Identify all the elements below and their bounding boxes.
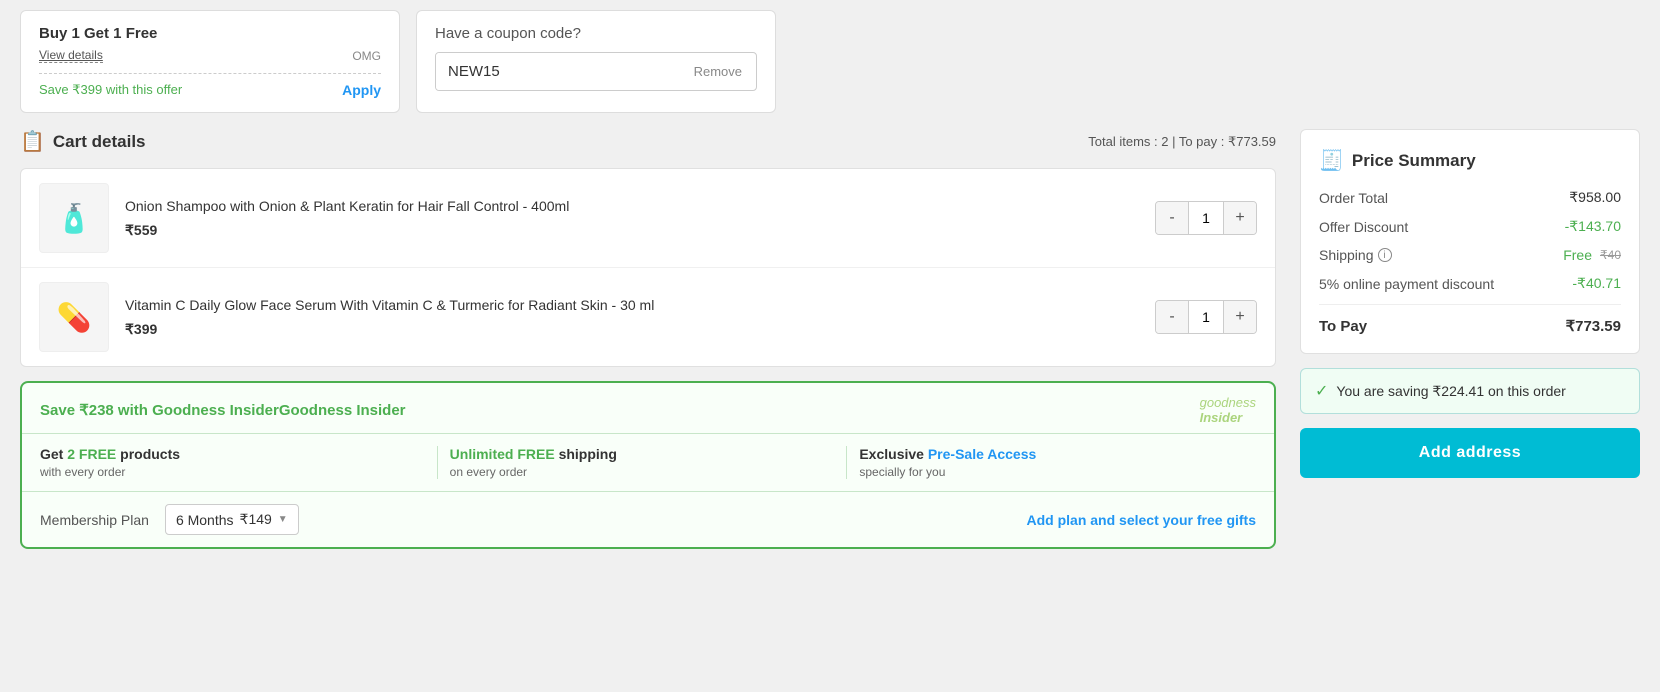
feature-sub: specially for you (859, 465, 1244, 479)
insider-feature-pre-sale: Exclusive Pre-Sale Access specially for … (847, 446, 1256, 479)
item-image: 🧴 (39, 183, 109, 253)
item-details: Vitamin C Daily Glow Face Serum With Vit… (125, 296, 1139, 339)
insider-logo: goodnessInsider (1200, 395, 1256, 425)
cart-title: 📋 Cart details (20, 129, 146, 154)
membership-label: Membership Plan (40, 512, 149, 528)
offer-badge: OMG (352, 49, 381, 63)
price-label: Order Total (1319, 190, 1388, 206)
price-row-order-total: Order Total ₹958.00 (1319, 189, 1621, 206)
decrease-qty-button[interactable]: - (1156, 202, 1188, 234)
price-value: ₹958.00 (1569, 189, 1621, 206)
feature-sub: with every order (40, 465, 425, 479)
chevron-down-icon: ▼ (278, 514, 288, 525)
quantity-input[interactable] (1188, 202, 1224, 234)
offer-card: Buy 1 Get 1 Free View details OMG Save ₹… (20, 10, 400, 113)
coupon-card: Have a coupon code? Remove (416, 10, 776, 113)
price-row-total: To Pay ₹773.59 (1319, 304, 1621, 335)
item-image: 💊 (39, 282, 109, 352)
remove-coupon-button[interactable]: Remove (680, 56, 756, 87)
price-summary-title: 🧾 Price Summary (1319, 148, 1621, 173)
apply-offer-button[interactable]: Apply (342, 82, 381, 98)
coupon-input[interactable] (436, 53, 680, 90)
feature-title: Exclusive Pre-Sale Access (859, 446, 1244, 462)
insider-bottom: Membership Plan 6 Months ₹149 ▼ Add plan… (22, 492, 1274, 547)
item-name: Onion Shampoo with Onion & Plant Keratin… (125, 197, 1139, 217)
increase-qty-button[interactable]: + (1224, 202, 1256, 234)
price-row-offer-discount: Offer Discount -₹143.70 (1319, 218, 1621, 235)
insider-save-text: Save ₹238 with (40, 402, 152, 419)
cart-item: 🧴 Onion Shampoo with Onion & Plant Kerat… (21, 169, 1275, 268)
plan-label: 6 Months (176, 512, 234, 528)
view-details-link[interactable]: View details (39, 48, 103, 63)
decrease-qty-button[interactable]: - (1156, 301, 1188, 333)
quantity-control: - + (1155, 201, 1257, 235)
feature-title: Unlimited FREE shipping (450, 446, 835, 462)
item-price: ₹399 (125, 321, 1139, 338)
plan-dropdown[interactable]: 6 Months ₹149 ▼ (165, 504, 299, 535)
shipping-info-icon[interactable]: i (1378, 248, 1392, 262)
feature-title: Get 2 FREE products (40, 446, 425, 462)
left-column: 📋 Cart details Total items : 2 | To pay … (20, 129, 1276, 549)
feature-sub: on every order (450, 465, 835, 479)
membership-select: Membership Plan 6 Months ₹149 ▼ (40, 504, 299, 535)
coupon-title: Have a coupon code? (435, 25, 757, 42)
price-label: Offer Discount (1319, 219, 1408, 235)
offer-title: Buy 1 Get 1 Free (39, 25, 381, 42)
price-value-shipping: Free ₹40 (1563, 247, 1621, 263)
checkmark-icon: ✓ (1315, 381, 1328, 401)
cart-icon: 📋 (20, 129, 45, 154)
price-value-discount: -₹143.70 (1565, 218, 1621, 235)
quantity-control: - + (1155, 300, 1257, 334)
saving-text: You are saving ₹224.41 on this order (1336, 383, 1565, 400)
shipping-free-label: Free (1563, 247, 1592, 263)
cart-item: 💊 Vitamin C Daily Glow Face Serum With V… (21, 268, 1275, 366)
price-label: Shipping i (1319, 247, 1392, 263)
plan-price: ₹149 (240, 511, 272, 528)
cart-header: 📋 Cart details Total items : 2 | To pay … (20, 129, 1276, 154)
total-value: ₹773.59 (1566, 317, 1621, 335)
insider-brand-name: Goodness Insider (152, 402, 279, 419)
price-summary-card: 🧾 Price Summary Order Total ₹958.00 Offe… (1300, 129, 1640, 354)
insider-feature-free-products: Get 2 FREE products with every order (40, 446, 438, 479)
price-label: 5% online payment discount (1319, 276, 1494, 292)
right-column: 🧾 Price Summary Order Total ₹958.00 Offe… (1300, 129, 1640, 549)
item-details: Onion Shampoo with Onion & Plant Keratin… (125, 197, 1139, 240)
item-price: ₹559 (125, 222, 1139, 239)
insider-title: Save ₹238 with Goodness InsiderGoodness … (40, 401, 406, 419)
quantity-input[interactable] (1188, 301, 1224, 333)
insider-features: Get 2 FREE products with every order Unl… (22, 433, 1274, 492)
insider-feature-free-shipping: Unlimited FREE shipping on every order (438, 446, 848, 479)
add-plan-link[interactable]: Add plan and select your free gifts (1027, 512, 1257, 528)
offer-save-text: Save ₹399 with this offer (39, 82, 182, 98)
insider-top: Save ₹238 with Goodness InsiderGoodness … (22, 383, 1274, 433)
shipping-original-price: ₹40 (1600, 248, 1621, 262)
cart-items-list: 🧴 Onion Shampoo with Onion & Plant Kerat… (20, 168, 1276, 367)
item-name: Vitamin C Daily Glow Face Serum With Vit… (125, 296, 1139, 316)
price-row-shipping: Shipping i Free ₹40 (1319, 247, 1621, 263)
price-summary-label: Price Summary (1352, 151, 1476, 171)
total-label: To Pay (1319, 318, 1367, 335)
insider-section: Save ₹238 with Goodness InsiderGoodness … (20, 381, 1276, 549)
price-value-discount: -₹40.71 (1572, 275, 1621, 292)
saving-banner: ✓ You are saving ₹224.41 on this order (1300, 368, 1640, 414)
add-address-button[interactable]: Add address (1300, 428, 1640, 478)
price-summary-icon: 🧾 (1319, 148, 1344, 173)
cart-title-text: Cart details (53, 132, 146, 152)
price-row-online-discount: 5% online payment discount -₹40.71 (1319, 275, 1621, 292)
cart-summary: Total items : 2 | To pay : ₹773.59 (1088, 134, 1276, 150)
increase-qty-button[interactable]: + (1224, 301, 1256, 333)
